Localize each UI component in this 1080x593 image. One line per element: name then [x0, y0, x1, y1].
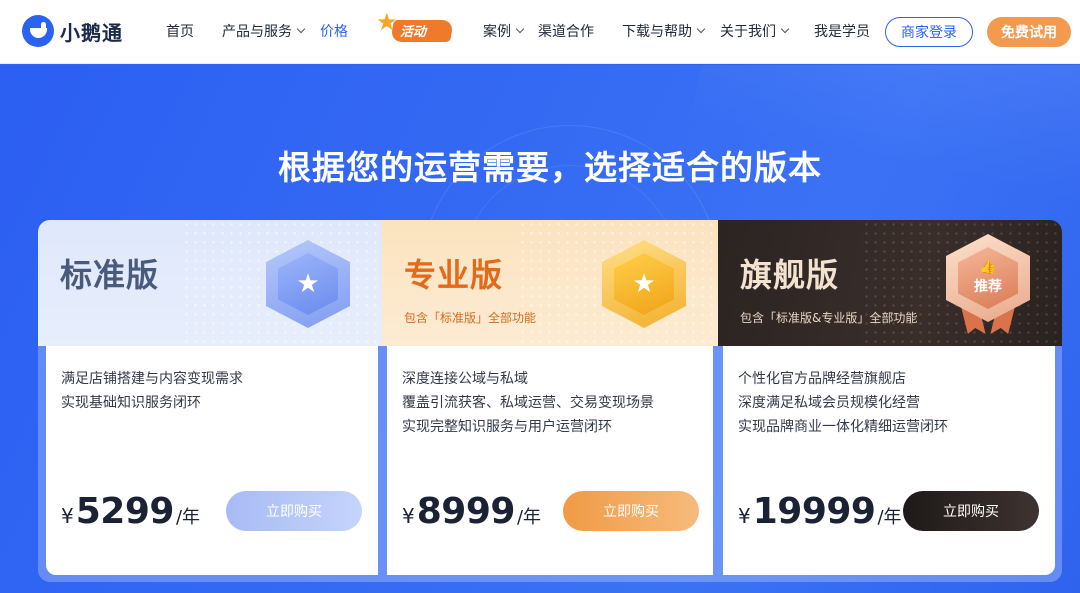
- logo[interactable]: 小鹅通: [22, 15, 123, 47]
- nav-channel[interactable]: 渠道合作: [538, 21, 594, 41]
- activity-label: 活动: [400, 25, 427, 40]
- plan-feature: 个性化官方品牌经营旗舰店: [738, 371, 906, 387]
- plan-price: ¥ 8999 /年: [402, 491, 541, 532]
- nav-products[interactable]: 产品与服务: [222, 21, 306, 41]
- plan-standard-body: 满足店铺搭建与内容变现需求 实现基础知识服务闭环 ¥ 5299 /年 立即购买: [46, 346, 378, 575]
- plan-flagship-body: 个性化官方品牌经营旗舰店 深度满足私域会员规模化经营 实现品牌商业一体化精细运营…: [723, 346, 1055, 575]
- nav-download-help-label: 下载与帮助: [622, 24, 692, 40]
- plan-pro-header: 专业版 包含「标准版」全部功能 ★: [382, 220, 718, 346]
- buy-pro-button[interactable]: 立即购买: [563, 491, 699, 531]
- nav-about-label: 关于我们: [720, 24, 776, 40]
- nav-cases[interactable]: 案例: [483, 21, 525, 41]
- recommend-label: 推荐: [974, 279, 1002, 295]
- plan-price: ¥ 19999 /年: [738, 491, 902, 532]
- nav-student-label: 我是学员: [814, 24, 870, 40]
- plan-subtitle: 包含「标准版」全部功能: [404, 311, 537, 325]
- nav-channel-label: 渠道合作: [538, 24, 594, 40]
- thumbs-up-icon: 👍: [979, 259, 997, 275]
- plan-price: ¥ 5299 /年: [61, 491, 200, 532]
- plan-feature: 深度满足私域会员规模化经营: [738, 395, 920, 411]
- nav-pricing-label: 价格: [320, 24, 348, 40]
- price-unit: /年: [175, 507, 201, 528]
- top-navbar: 小鹅通 首页 产品与服务 价格 ★ 活动 案例 渠道合作 下载与帮助 关于我们 …: [0, 0, 1080, 64]
- buy-flagship-button[interactable]: 立即购买: [903, 491, 1039, 531]
- plan-feature: 实现品牌商业一体化精细运营闭环: [738, 419, 948, 435]
- nav-products-label: 产品与服务: [222, 24, 292, 40]
- plan-name: 标准版: [60, 256, 160, 294]
- chevron-down-icon: [780, 24, 790, 34]
- currency-symbol: ¥: [738, 504, 751, 528]
- plan-standard-header: 标准版 ★: [38, 220, 382, 346]
- currency-symbol: ¥: [402, 504, 415, 528]
- price-unit: /年: [877, 507, 902, 528]
- nav-about[interactable]: 关于我们: [720, 21, 790, 41]
- plan-feature: 满足店铺搭建与内容变现需求: [61, 371, 243, 387]
- price-amount: 8999: [416, 491, 516, 532]
- star-badge-icon: ★: [602, 240, 686, 328]
- plan-flagship-header: 旗舰版 包含「标准版&专业版」全部功能 👍 推荐: [718, 220, 1062, 346]
- nav-home[interactable]: 首页: [166, 21, 194, 41]
- merchant-login-button[interactable]: 商家登录: [885, 17, 973, 47]
- plan-name: 旗舰版: [740, 256, 840, 294]
- nav-cases-label: 案例: [483, 24, 511, 40]
- free-trial-button[interactable]: 免费试用: [987, 17, 1071, 47]
- recommend-badge-icon: 👍 推荐: [946, 234, 1030, 322]
- nav-student[interactable]: 我是学员: [814, 21, 870, 41]
- page-title: 根据您的运营需要，选择适合的版本: [278, 148, 822, 187]
- currency-symbol: ¥: [61, 504, 74, 528]
- nav-pricing[interactable]: 价格: [320, 21, 348, 41]
- logo-text: 小鹅通: [60, 20, 123, 45]
- price-unit: /年: [516, 507, 542, 528]
- buy-standard-button[interactable]: 立即购买: [226, 491, 362, 531]
- plan-subtitle: 包含「标准版&专业版」全部功能: [740, 311, 918, 325]
- plan-feature: 实现基础知识服务闭环: [61, 395, 201, 411]
- plan-feature: 深度连接公域与私域: [402, 371, 528, 387]
- plan-pro-body: 深度连接公域与私域 覆盖引流获客、私域运营、交易变现场景 实现完整知识服务与用户…: [387, 346, 713, 575]
- chevron-down-icon: [296, 24, 306, 34]
- plan-feature: 覆盖引流获客、私域运营、交易变现场景: [402, 395, 654, 411]
- plan-feature: 实现完整知识服务与用户运营闭环: [402, 419, 612, 435]
- activity-badge[interactable]: ★ 活动: [376, 10, 456, 42]
- star-badge-icon: ★: [266, 240, 350, 328]
- chevron-down-icon: [515, 24, 525, 34]
- plan-name: 专业版: [404, 256, 504, 294]
- price-amount: 5299: [75, 491, 175, 532]
- logo-icon: [22, 15, 54, 47]
- nav-download-help[interactable]: 下载与帮助: [622, 21, 706, 41]
- price-amount: 19999: [752, 491, 876, 532]
- nav-home-label: 首页: [166, 24, 194, 40]
- chevron-down-icon: [696, 24, 706, 34]
